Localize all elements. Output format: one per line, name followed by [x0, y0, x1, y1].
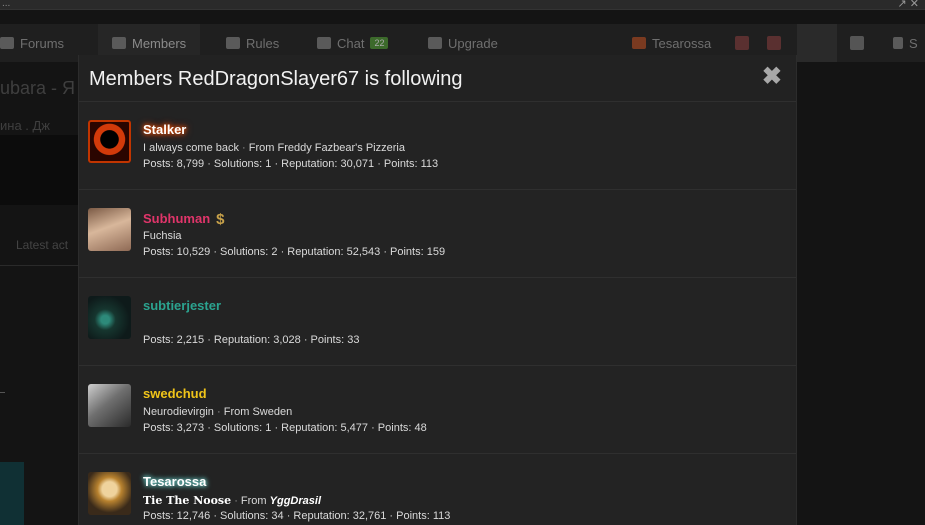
background-divider — [0, 265, 80, 266]
modal-title: Members RedDragonSlayer67 is following — [89, 68, 463, 90]
member-stats: Posts: 3,273 · Solutions: 1 · Reputation… — [143, 422, 427, 434]
avatar[interactable] — [88, 296, 131, 339]
alerts-icon[interactable] — [767, 36, 781, 50]
member-name-wrap[interactable]: Subhuman $ — [143, 210, 225, 228]
modal-header: Members RedDragonSlayer67 is following ✖ — [79, 55, 796, 102]
nav-search-label: S — [909, 35, 918, 51]
nav-members-label: Members — [132, 35, 187, 51]
avatar[interactable] — [88, 208, 131, 251]
nav-chat-label: Chat — [337, 35, 365, 51]
chat-count-badge: 22 — [370, 37, 389, 49]
nav-forums[interactable]: Forums — [0, 24, 64, 62]
member-row: subtierjester Posts: 2,215 · Reputation:… — [79, 278, 796, 366]
member-location[interactable]: YggDrasil — [270, 495, 321, 507]
nav-upgrade-label: Upgrade — [448, 35, 498, 51]
member-stats: Posts: 8,799 · Solutions: 1 · Reputation… — [143, 158, 439, 170]
help-button[interactable] — [797, 24, 837, 62]
member-location-prefix: From — [240, 495, 267, 507]
member-name[interactable]: Tesarossa — [143, 474, 206, 489]
background-latest-activity: Latest act — [16, 238, 69, 252]
member-tagline: Fuchsia — [143, 230, 182, 242]
member-name[interactable]: Subhuman — [143, 211, 210, 226]
member-info: I always come back · From Freddy Fazbear… — [143, 142, 405, 154]
avatar[interactable] — [88, 120, 131, 163]
close-icon[interactable]: ✖ — [762, 65, 782, 89]
member-tagline: I always come back — [143, 142, 239, 154]
member-info: Tie The Noose · From YggDrasil — [143, 494, 322, 507]
member-name[interactable]: Stalker — [143, 122, 186, 137]
background-thread-title: ubara - Я — [0, 78, 76, 98]
search-icon — [893, 37, 903, 49]
browser-controls[interactable]: ↗ ✕ — [898, 0, 920, 10]
background-banner — [0, 135, 80, 205]
dollar-badge-icon: $ — [216, 211, 225, 228]
nav-rules-label: Rules — [246, 35, 280, 51]
user-avatar-icon — [632, 37, 646, 49]
theme-toggle-icon[interactable] — [850, 36, 864, 50]
member-stats: Posts: 2,215 · Reputation: 3,028 · Point… — [143, 334, 360, 346]
forums-icon — [0, 37, 14, 49]
member-tagline: Tie The Noose — [143, 494, 232, 507]
browser-strip: ... ↗ ✕ — [0, 0, 925, 10]
nav-user-label: Tesarossa — [652, 35, 712, 51]
member-row: Stalker I always come back · From Freddy… — [79, 102, 796, 190]
avatar[interactable] — [88, 384, 131, 427]
member-location-prefix: From — [248, 142, 275, 154]
background-thread-sub: ина . Дж — [0, 118, 51, 133]
nav-search[interactable]: S — [893, 24, 918, 62]
member-tagline: Neurodievirgin — [143, 406, 214, 418]
member-info: Neurodievirgin · From Sweden — [143, 406, 293, 418]
avatar[interactable] — [88, 472, 131, 515]
member-row: Subhuman $ Fuchsia Posts: 10,529 · Soluti… — [79, 190, 796, 278]
nav-forums-label: Forums — [20, 35, 65, 51]
member-location-prefix: From — [223, 406, 250, 418]
background-thumbnail — [0, 462, 24, 525]
browser-tab-title: ... — [2, 0, 11, 9]
member-stats: Posts: 12,746 · Solutions: 34 · Reputati… — [143, 510, 451, 522]
member-stats: Posts: 10,529 · Solutions: 2 · Reputatio… — [143, 246, 446, 258]
member-location[interactable]: Sweden — [252, 406, 292, 418]
inbox-icon[interactable] — [735, 36, 749, 50]
member-row: swedchud Neurodievirgin · From Sweden Po… — [79, 366, 796, 454]
rules-icon — [226, 37, 240, 49]
member-location[interactable]: Freddy Fazbear's Pizzeria — [278, 142, 405, 154]
members-icon — [112, 37, 126, 49]
upgrade-icon — [428, 37, 442, 49]
chat-icon — [317, 37, 331, 49]
member-name[interactable]: subtierjester — [143, 298, 221, 313]
following-modal: Members RedDragonSlayer67 is following ✖… — [78, 55, 797, 525]
background-divider-2 — [0, 392, 5, 393]
member-row: Tesarossa Tie The Noose · From YggDrasil… — [79, 454, 796, 525]
member-name[interactable]: swedchud — [143, 386, 207, 401]
